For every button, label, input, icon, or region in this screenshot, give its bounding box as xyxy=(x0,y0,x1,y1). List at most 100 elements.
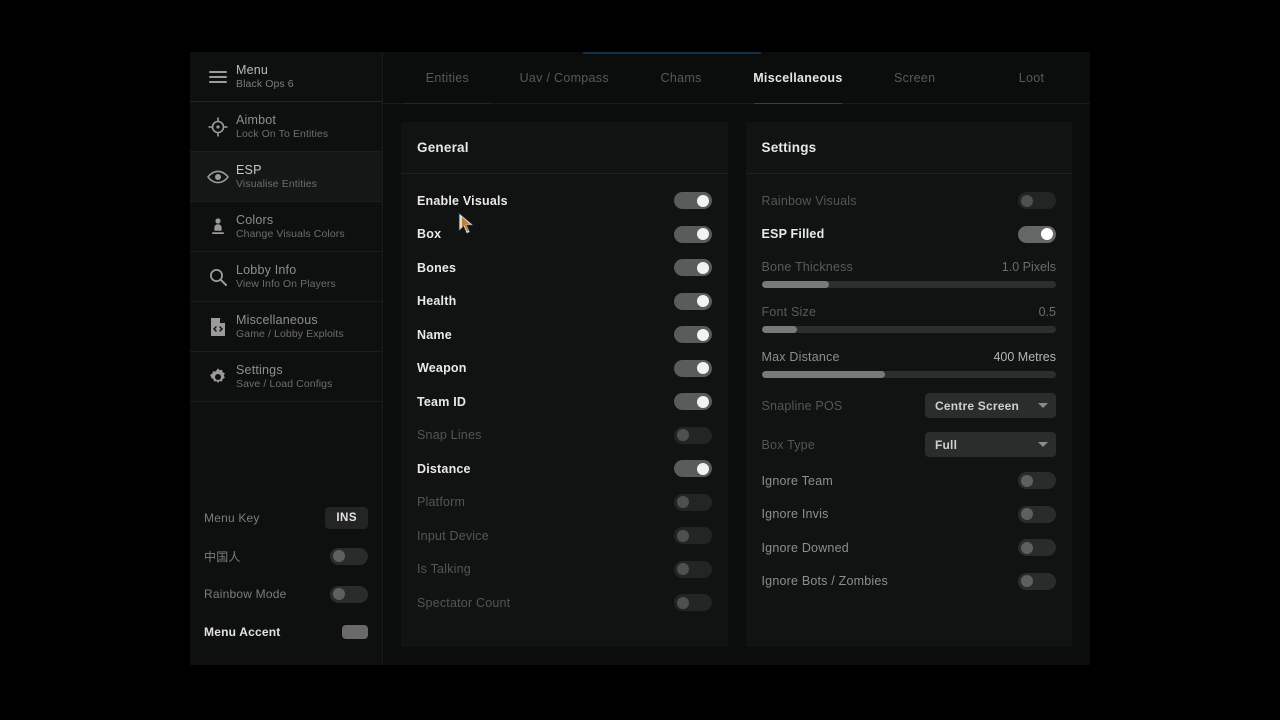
option-box-type[interactable]: Box Type Full xyxy=(762,425,1056,464)
option-weapon[interactable]: Weapon xyxy=(417,352,712,386)
slider-max-distance[interactable]: Max Distance 400 Metres xyxy=(761,341,1056,386)
chinese-language-toggle[interactable] xyxy=(330,547,368,565)
slider-track[interactable] xyxy=(761,371,1056,378)
snapline-pos-dropdown[interactable]: Centre Screen xyxy=(925,393,1056,418)
weapon-toggle[interactable] xyxy=(673,359,712,377)
general-panel-header: General xyxy=(401,122,728,174)
menu-key-button[interactable]: INS xyxy=(325,507,368,529)
option-ignore-invis[interactable]: Ignore Invis xyxy=(762,498,1056,532)
option-label: Spectator Count xyxy=(417,595,511,610)
option-distance[interactable]: Distance xyxy=(417,452,712,486)
code-file-icon xyxy=(200,317,236,337)
option-label: Snap Lines xyxy=(417,428,482,443)
ignore-bots-zombies-toggle[interactable] xyxy=(1018,572,1056,590)
dropdown-value: Full xyxy=(935,437,958,452)
option-esp-filled[interactable]: ESP Filled xyxy=(762,218,1056,252)
sidebar-item-title: ESP xyxy=(236,162,262,177)
sidebar-item-colors[interactable]: Colors Change Visuals Colors xyxy=(190,202,382,252)
option-box[interactable]: Box xyxy=(417,218,712,252)
sidebar-item-title: Miscellaneous xyxy=(236,312,318,327)
slider-track[interactable] xyxy=(761,281,1056,288)
option-label: Distance xyxy=(417,461,471,476)
is-talking-toggle[interactable] xyxy=(673,560,712,578)
menu-accent-row: Menu Accent xyxy=(204,613,368,651)
option-label: Team ID xyxy=(417,394,467,409)
ignore-team-toggle[interactable] xyxy=(1018,472,1056,490)
slider-value: 400 Metres xyxy=(993,350,1056,364)
option-is-talking[interactable]: Is Talking xyxy=(417,553,712,587)
box-type-dropdown[interactable]: Full xyxy=(925,432,1056,457)
tab-miscellaneous[interactable]: Miscellaneous xyxy=(739,52,856,103)
sidebar-item-subtitle: Visualise Entities xyxy=(236,178,317,191)
tab-screen[interactable]: Screen xyxy=(856,52,973,103)
slider-value: 1.0 Pixels xyxy=(1001,260,1056,274)
option-label: Ignore Team xyxy=(761,473,833,488)
sidebar-item-subtitle: Game / Lobby Exploits xyxy=(236,328,344,341)
option-enable-visuals[interactable]: Enable Visuals xyxy=(417,184,712,218)
option-label: Platform xyxy=(417,495,466,510)
brand-subtitle: Black Ops 6 xyxy=(236,78,294,91)
option-label: Enable Visuals xyxy=(417,193,508,208)
tab-entities[interactable]: Entities xyxy=(389,52,506,103)
hamburger-icon[interactable] xyxy=(200,70,236,84)
option-snap-lines[interactable]: Snap Lines xyxy=(417,419,712,453)
ignore-invis-toggle[interactable] xyxy=(1018,505,1056,523)
rainbow-visuals-toggle[interactable] xyxy=(1018,192,1056,210)
option-input-device[interactable]: Input Device xyxy=(417,519,712,553)
option-label: Rainbow Visuals xyxy=(761,193,857,208)
box-toggle[interactable] xyxy=(673,225,712,243)
slider-bone-thickness[interactable]: Bone Thickness 1.0 Pixels xyxy=(761,251,1057,296)
tab-uav-compass[interactable]: Uav / Compass xyxy=(506,52,623,103)
sidebar-item-lobby-info[interactable]: Lobby Info View Info On Players xyxy=(190,252,382,302)
sidebar-item-title: Lobby Info xyxy=(236,262,297,277)
option-snapline-pos[interactable]: Snapline POS Centre Screen xyxy=(762,386,1056,425)
slider-font-size[interactable]: Font Size 0.5 xyxy=(761,296,1056,341)
spectator-count-toggle[interactable] xyxy=(673,594,712,612)
option-ignore-downed[interactable]: Ignore Downed xyxy=(761,531,1056,565)
option-platform[interactable]: Platform xyxy=(417,486,712,520)
sidebar-item-settings[interactable]: Settings Save / Load Configs xyxy=(190,352,382,402)
sidebar-item-miscellaneous[interactable]: Miscellaneous Game / Lobby Exploits xyxy=(190,302,382,352)
esp-filled-toggle[interactable] xyxy=(1018,225,1056,243)
ignore-downed-toggle[interactable] xyxy=(1018,539,1056,557)
menu-accent-color-swatch[interactable] xyxy=(342,625,368,639)
eye-icon xyxy=(200,169,236,185)
option-team-id[interactable]: Team ID xyxy=(417,385,712,419)
team-id-toggle[interactable] xyxy=(673,393,712,411)
platform-toggle[interactable] xyxy=(673,493,712,511)
option-label: Bones xyxy=(417,260,457,275)
slider-value: 0.5 xyxy=(1038,305,1056,319)
snap-lines-toggle[interactable] xyxy=(673,426,712,444)
bones-toggle[interactable] xyxy=(673,259,712,277)
sidebar-item-esp[interactable]: ESP Visualise Entities xyxy=(190,152,382,202)
sidebar-item-aimbot[interactable]: Aimbot Lock On To Entities xyxy=(190,102,382,152)
sidebar-brand[interactable]: Menu Black Ops 6 xyxy=(190,52,382,102)
option-health[interactable]: Health xyxy=(417,285,712,319)
option-spectator-count[interactable]: Spectator Count xyxy=(417,586,712,620)
chevron-down-icon xyxy=(1038,403,1048,408)
gear-icon xyxy=(200,367,236,387)
sidebar-item-title: Colors xyxy=(236,212,274,227)
name-toggle[interactable] xyxy=(673,326,712,344)
distance-toggle[interactable] xyxy=(673,460,712,478)
option-label: Box xyxy=(417,227,442,242)
general-panel-body: Enable Visuals Box Bones Health Name Wea… xyxy=(401,174,728,620)
option-ignore-bots-zombies[interactable]: Ignore Bots / Zombies xyxy=(762,565,1056,599)
option-name[interactable]: Name xyxy=(417,318,712,352)
rainbow-mode-toggle[interactable] xyxy=(330,585,368,603)
enable-visuals-toggle[interactable] xyxy=(673,192,712,210)
option-bones[interactable]: Bones xyxy=(417,251,712,285)
option-rainbow-visuals[interactable]: Rainbow Visuals xyxy=(761,184,1056,218)
slider-label: Bone Thickness xyxy=(761,260,854,274)
tab-chams[interactable]: Chams xyxy=(623,52,740,103)
slider-header: Bone Thickness 1.0 Pixels xyxy=(762,260,1057,274)
option-label: Ignore Downed xyxy=(761,540,849,555)
rainbow-mode-label: Rainbow Mode xyxy=(204,587,287,601)
health-toggle[interactable] xyxy=(673,292,712,310)
slider-track[interactable] xyxy=(761,326,1056,333)
option-ignore-team[interactable]: Ignore Team xyxy=(761,464,1056,498)
tab-loot[interactable]: Loot xyxy=(973,52,1090,103)
settings-panel-title: Settings xyxy=(761,140,817,155)
input-device-toggle[interactable] xyxy=(673,527,712,545)
